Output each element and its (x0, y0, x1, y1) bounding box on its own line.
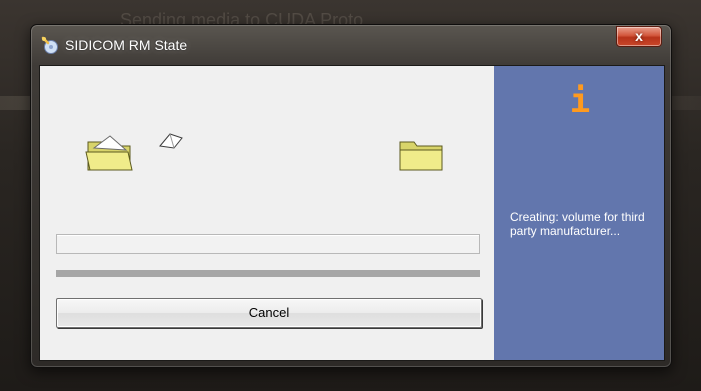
transfer-pane: Cancel (40, 66, 494, 360)
dialog-window: SIDICOM RM State x Cancel i Creating: vo… (30, 24, 672, 368)
close-button[interactable]: x (616, 26, 662, 47)
dialog-client-area: Cancel i Creating: volume for third part… (39, 65, 665, 361)
file-progress-bar (56, 234, 480, 254)
info-side-panel: i Creating: volume for third party manuf… (494, 66, 664, 360)
folder-icon (396, 136, 448, 176)
overall-progress-bar (56, 270, 480, 277)
status-text: Creating: volume for third party manufac… (510, 210, 645, 238)
flying-paper-icon (156, 130, 186, 152)
folder-open-icon (84, 132, 136, 172)
cancel-button[interactable]: Cancel (56, 298, 482, 328)
titlebar[interactable]: SIDICOM RM State x (31, 25, 671, 65)
window-title: SIDICOM RM State (65, 37, 188, 53)
app-cd-icon (41, 36, 59, 54)
close-icon: x (635, 28, 643, 44)
info-icon: i (569, 81, 591, 121)
